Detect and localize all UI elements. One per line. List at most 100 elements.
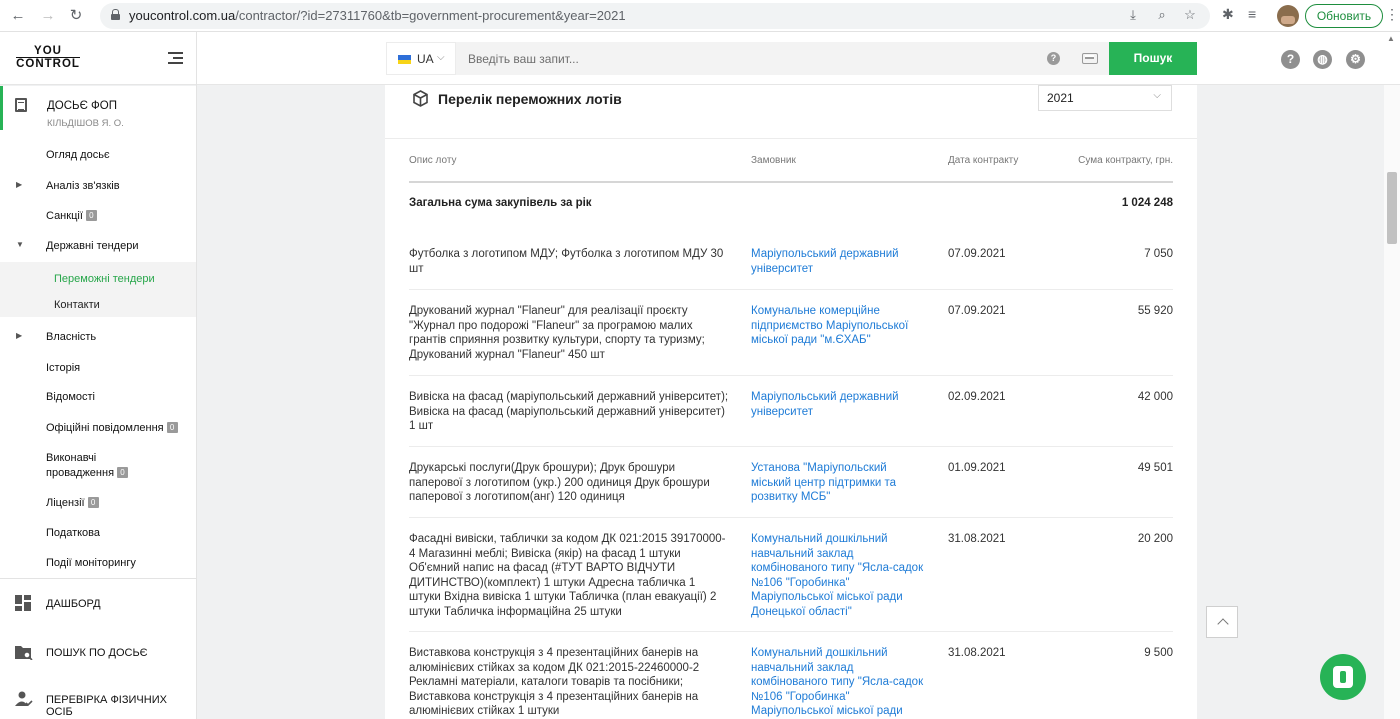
table-row: Фасадні вивіски, таблички за кодом ДК 02… [409,518,1173,632]
contract-date: 01.09.2021 [948,462,1006,474]
total-label: Загальна сума закупівель за рік [409,197,592,209]
table-row: Друкований журнал "Flaneur" для реалізац… [409,290,1173,376]
sidebar-collapse-icon[interactable] [168,52,183,65]
sidebar-item-label: ДАШБОРД [46,598,101,610]
bookmark-star-icon[interactable]: ☆ [1181,7,1199,23]
chat-widget-button[interactable] [1320,654,1366,700]
sidebar-item-label: Державні тендери [46,240,139,252]
sidebar: ДОСЬЄ ФОП КІЛЬДІШОВ Я. О. Огляд досьє ▶ … [0,86,196,719]
cube-icon [413,90,428,107]
search-button[interactable]: Пошук [1109,42,1197,75]
sidebar-item-label: Події моніторингу [46,557,136,569]
forward-arrow-icon[interactable]: → [38,6,58,26]
contract-amount: 49 501 [1137,462,1173,474]
contract-date: 07.09.2021 [948,305,1006,317]
sidebar-item-label: провадження [46,466,115,479]
logo-line-2: CONTROL [16,57,80,70]
search-input[interactable] [468,42,1028,75]
table-row: Вивіска на фасад (маріупольський державн… [409,376,1173,447]
column-header-amount: Сума контракту, грн. [1078,155,1173,166]
scroll-up-arrow-icon[interactable]: ▲ [1387,34,1395,43]
caret-right-icon: ▶ [16,180,23,189]
keyboard-icon[interactable] [1082,53,1098,64]
sidebar-item-label: Аналіз зв'язків [46,180,120,192]
sidebar-item-label: Офіційні повідомлення [46,422,164,434]
sidebar-subitem-winning-tenders[interactable]: Переможні тендери [54,273,155,285]
caret-down-icon: ▼ [16,240,24,249]
scrollbar-thumb[interactable] [1387,172,1397,244]
lot-description: Друкарські послуги(Друк брошури); Друк б… [409,462,710,504]
profile-avatar[interactable] [1277,5,1299,27]
dashboard-icon [15,595,31,611]
user-check-icon [15,691,33,707]
contract-amount: 9 500 [1144,647,1173,659]
reload-icon[interactable]: ↻ [66,6,86,26]
contract-amount: 55 920 [1137,305,1173,317]
folder-search-icon [15,646,33,660]
url-text: youcontrol.com.ua/contractor/?id=2731176… [129,8,626,23]
language-select[interactable]: UA ⌵ [386,42,456,75]
language-code: UA [417,52,434,66]
card-header-divider [385,138,1197,139]
browser-menu-icon[interactable]: ⋮ [1385,6,1399,23]
caret-right-icon: ▶ [16,331,23,340]
contract-amount: 42 000 [1137,391,1173,403]
customer-link[interactable]: Установа "Маріупольский міський центр пі… [751,461,926,505]
help-icon[interactable]: ? [1047,52,1060,65]
globe-icon[interactable]: ◍ [1313,50,1332,69]
sidebar-dossier-header[interactable]: ДОСЬЄ ФОП КІЛЬДІШОВ Я. О. [0,86,196,130]
sidebar-item-label: Ліцензії [46,497,85,509]
count-badge: 0 [117,466,129,478]
install-app-icon[interactable]: ⤓ [1124,7,1142,23]
year-select[interactable]: 2021 ⌵ [1038,85,1172,111]
column-header-date: Дата контракту [948,155,1019,166]
chevron-down-icon: ⌵ [437,52,445,63]
contract-date: 07.09.2021 [948,248,1006,260]
media-control-icon[interactable]: ≡ [1248,6,1256,22]
sidebar-item-label: ПОШУК ПО ДОСЬЄ [46,647,148,659]
youcontrol-logo[interactable]: YOU CONTROL [16,45,80,70]
search-bar: UA ⌵ ? Пошук [386,42,1197,75]
card-title: Перелік переможних лотів [438,91,622,107]
year-select-value: 2021 [1047,91,1074,105]
sidebar-subitem-contacts[interactable]: Контакти [54,299,100,311]
browser-update-button[interactable]: Обновить [1305,4,1383,28]
sidebar-item-label: Відомості [46,391,95,403]
sidebar-separator [0,578,196,579]
chevron-down-icon: ⌵ [1153,90,1161,101]
sidebar-item-label: Історія [46,362,81,374]
customer-link[interactable]: Комунальне комерційне підприємство Маріу… [751,304,926,348]
lock-icon [111,9,120,20]
lot-description: Виставкова конструкція з 4 презентаційни… [409,647,700,718]
lot-description: Футболка з логотипом МДУ; Футболка з лог… [409,248,724,275]
sidebar-item-label: ПЕРЕВІРКА ФІЗИЧНИХ ОСІБ [46,694,167,718]
document-icon [15,98,27,112]
winning-lots-card: Перелік переможних лотів 2021 ⌵ Опис лот… [385,85,1197,719]
sidebar-item-label: Податкова [46,527,101,539]
customer-link[interactable]: Комунальний дошкільний навчальний заклад… [751,646,926,719]
dossier-subtitle: КІЛЬДІШОВ Я. О. [47,118,124,129]
total-amount: 1 024 248 [1121,197,1173,209]
url-path: /contractor/?id=27311760&tb=government-p… [235,8,626,23]
question-circle-icon[interactable]: ? [1281,50,1300,69]
count-badge: 0 [85,210,97,221]
lot-description: Друкований журнал "Flaneur" для реалізац… [409,305,705,361]
ukraine-flag-icon [398,55,411,64]
logo-line-1: YOU [34,45,62,57]
contract-amount: 20 200 [1137,533,1173,545]
customer-link[interactable]: Маріупольський державний університет [751,390,926,419]
count-badge: 0 [87,497,99,508]
total-row: Загальна сума закупівель за рік 1 024 24… [409,197,1173,209]
contract-amount: 7 050 [1144,248,1173,260]
zoom-icon[interactable]: ⌕ [1153,7,1171,23]
customer-link[interactable]: Маріупольський державний університет [751,247,926,276]
address-bar[interactable]: youcontrol.com.ua/contractor/?id=2731176… [100,3,1210,29]
sidebar-submenu: Переможні тендери Контакти [0,262,196,317]
settings-gear-icon[interactable]: ⚙ [1346,50,1365,69]
customer-link[interactable]: Комунальний дошкільний навчальний заклад… [751,532,926,620]
back-arrow-icon[interactable]: ← [8,6,28,26]
browser-toolbar: ← → ↻ youcontrol.com.ua/contractor/?id=2… [0,0,1400,32]
contract-date: 02.09.2021 [948,391,1006,403]
scroll-to-top-button[interactable] [1206,606,1238,638]
extensions-puzzle-icon[interactable]: ✱ [1222,6,1234,23]
